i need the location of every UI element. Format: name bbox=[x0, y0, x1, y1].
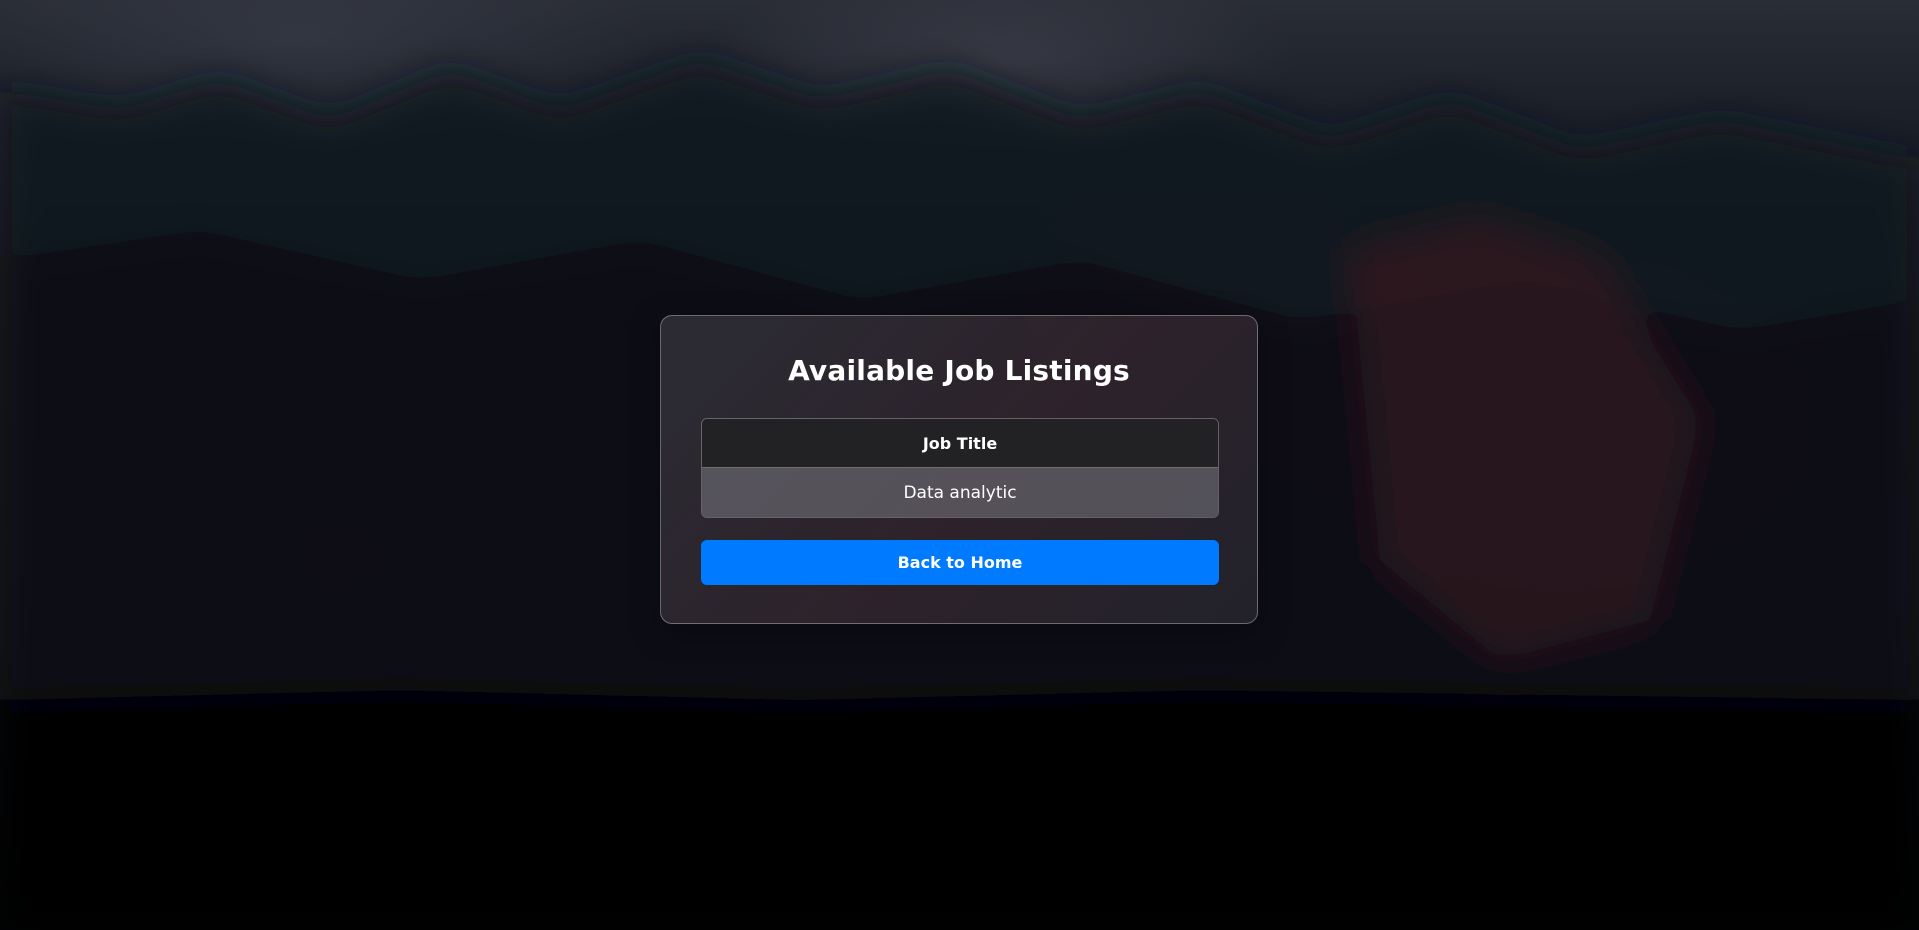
job-listings-card: Available Job Listings Job Title Data an… bbox=[660, 315, 1258, 624]
job-listings-table: Job Title Data analytic bbox=[701, 418, 1219, 518]
column-header-job-title: Job Title bbox=[702, 419, 1218, 468]
job-title-cell: Data analytic bbox=[702, 468, 1218, 517]
table-header-row: Job Title bbox=[702, 419, 1218, 468]
page-title: Available Job Listings bbox=[788, 354, 1130, 387]
table-row: Data analytic bbox=[702, 468, 1218, 517]
back-to-home-button[interactable]: Back to Home bbox=[701, 540, 1219, 585]
